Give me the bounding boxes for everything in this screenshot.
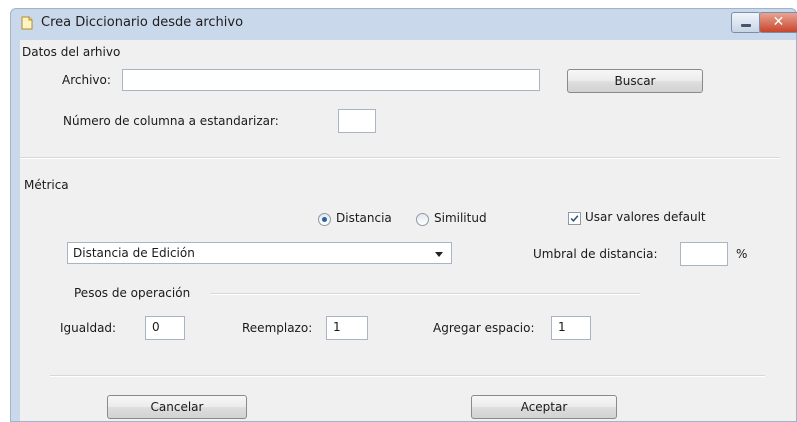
window-title: Crea Diccionario desde archivo [41,15,244,30]
minimize-button[interactable] [731,12,761,33]
reemplazo-input[interactable]: 1 [326,316,368,340]
reemplazo-label: Reemplazo: [242,321,313,335]
umbral-input[interactable] [680,242,728,266]
pesos-heading: Pesos de operación [74,286,191,300]
section-divider [20,157,780,159]
aceptar-button[interactable]: Aceptar [471,395,617,419]
columna-label: Número de columna a estandarizar: [63,114,279,128]
metric-select-value: Distancia de Edición [73,246,195,260]
close-button[interactable]: ✕ [759,12,797,33]
percent-label: % [736,247,748,261]
chevron-down-icon [435,252,443,257]
pesos-divider [210,293,640,295]
buscar-button[interactable]: Buscar [567,69,703,93]
datos-heading: Datos del arhivo [22,45,121,59]
archivo-label: Archivo: [62,73,111,87]
archivo-input[interactable] [122,69,540,91]
distancia-radio-label[interactable]: Distancia [336,211,392,225]
distancia-radio[interactable] [318,213,331,226]
igualdad-label: Igualdad: [60,321,117,335]
agregar-input[interactable]: 1 [551,316,591,340]
igualdad-input[interactable]: 0 [145,316,185,340]
usar-default-label[interactable]: Usar valores default [585,210,706,224]
usar-default-checkbox[interactable] [568,212,581,225]
metric-select[interactable]: Distancia de Edición [67,242,452,264]
similitud-radio-label[interactable]: Similitud [434,211,487,225]
cancelar-button[interactable]: Cancelar [107,395,247,419]
dialog-body: Datos del arhivo Archivo: Buscar Número … [20,40,796,421]
dialog-window: Crea Diccionario desde archivo ✕ Datos d… [10,8,797,422]
document-icon [21,16,33,30]
footer-divider [50,375,765,377]
umbral-label: Umbral de distancia: [533,247,658,261]
agregar-label: Agregar espacio: [433,321,535,335]
columna-input[interactable] [338,109,376,133]
title-bar[interactable]: Crea Diccionario desde archivo ✕ [11,9,797,37]
metrica-heading: Métrica [24,178,69,192]
similitud-radio[interactable] [416,213,429,226]
